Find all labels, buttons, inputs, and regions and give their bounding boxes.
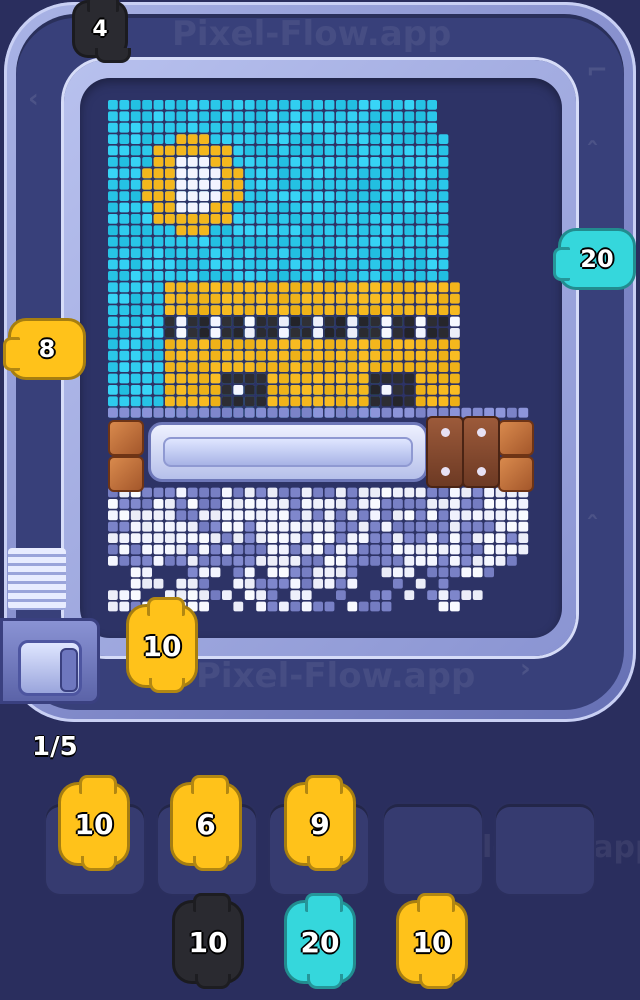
- wood-block-icon: [108, 456, 144, 492]
- track-arrow-icon: ˆ: [586, 138, 599, 168]
- pig-launching[interactable]: 10: [126, 597, 198, 693]
- lock-icon: [462, 416, 500, 488]
- pig-value: 4: [92, 16, 108, 42]
- track-arrow-icon: ⌐: [586, 56, 608, 86]
- pixel-board: [80, 78, 562, 638]
- track-arrow-icon: ›: [520, 654, 531, 684]
- wood-block-icon: [498, 456, 534, 492]
- pig-on-track-cyan[interactable]: 20: [553, 228, 636, 290]
- queue-pig-yellow[interactable]: 10: [396, 893, 468, 989]
- game-stage: Pixel-Flow.app Pixel-Flow.app Pixel-Flow…: [0, 0, 640, 1000]
- gate-bar: [148, 422, 428, 482]
- slot-pig[interactable]: 10: [58, 775, 130, 871]
- track-arrow-icon: ˆ: [586, 512, 599, 542]
- pig-value: 20: [300, 925, 340, 959]
- wood-block-icon: [108, 420, 144, 456]
- slot-pig[interactable]: 9: [284, 775, 356, 871]
- holding-slot-empty[interactable]: [496, 804, 594, 894]
- pig-value: 6: [196, 807, 216, 841]
- track-arrow-icon: ‹: [28, 84, 39, 114]
- pig-value: 10: [412, 925, 452, 959]
- pig-on-track-yellow[interactable]: 8: [3, 318, 86, 380]
- pig-value: 8: [38, 335, 56, 363]
- launcher-stairs: [8, 548, 66, 610]
- lock-icon: [426, 416, 464, 488]
- pig-on-track-black[interactable]: 4: [72, 0, 131, 63]
- queue-pig-black[interactable]: 10: [172, 893, 244, 989]
- watermark-top: Pixel-Flow.app: [172, 14, 452, 54]
- launcher-slot: [60, 648, 78, 692]
- watermark-bottom: Pixel-Flow.app: [196, 656, 476, 696]
- queue-pig-cyan[interactable]: 20: [284, 893, 356, 989]
- pig-value: 20: [580, 245, 614, 273]
- pig-value: 10: [188, 925, 228, 959]
- pig-value: 9: [310, 807, 330, 841]
- launch-counter: 1/5: [32, 732, 78, 762]
- pig-value: 10: [74, 807, 114, 841]
- slot-pig[interactable]: 6: [170, 775, 242, 871]
- holding-slot-empty[interactable]: [384, 804, 482, 894]
- wood-block-icon: [498, 420, 534, 456]
- pig-value: 10: [142, 629, 182, 663]
